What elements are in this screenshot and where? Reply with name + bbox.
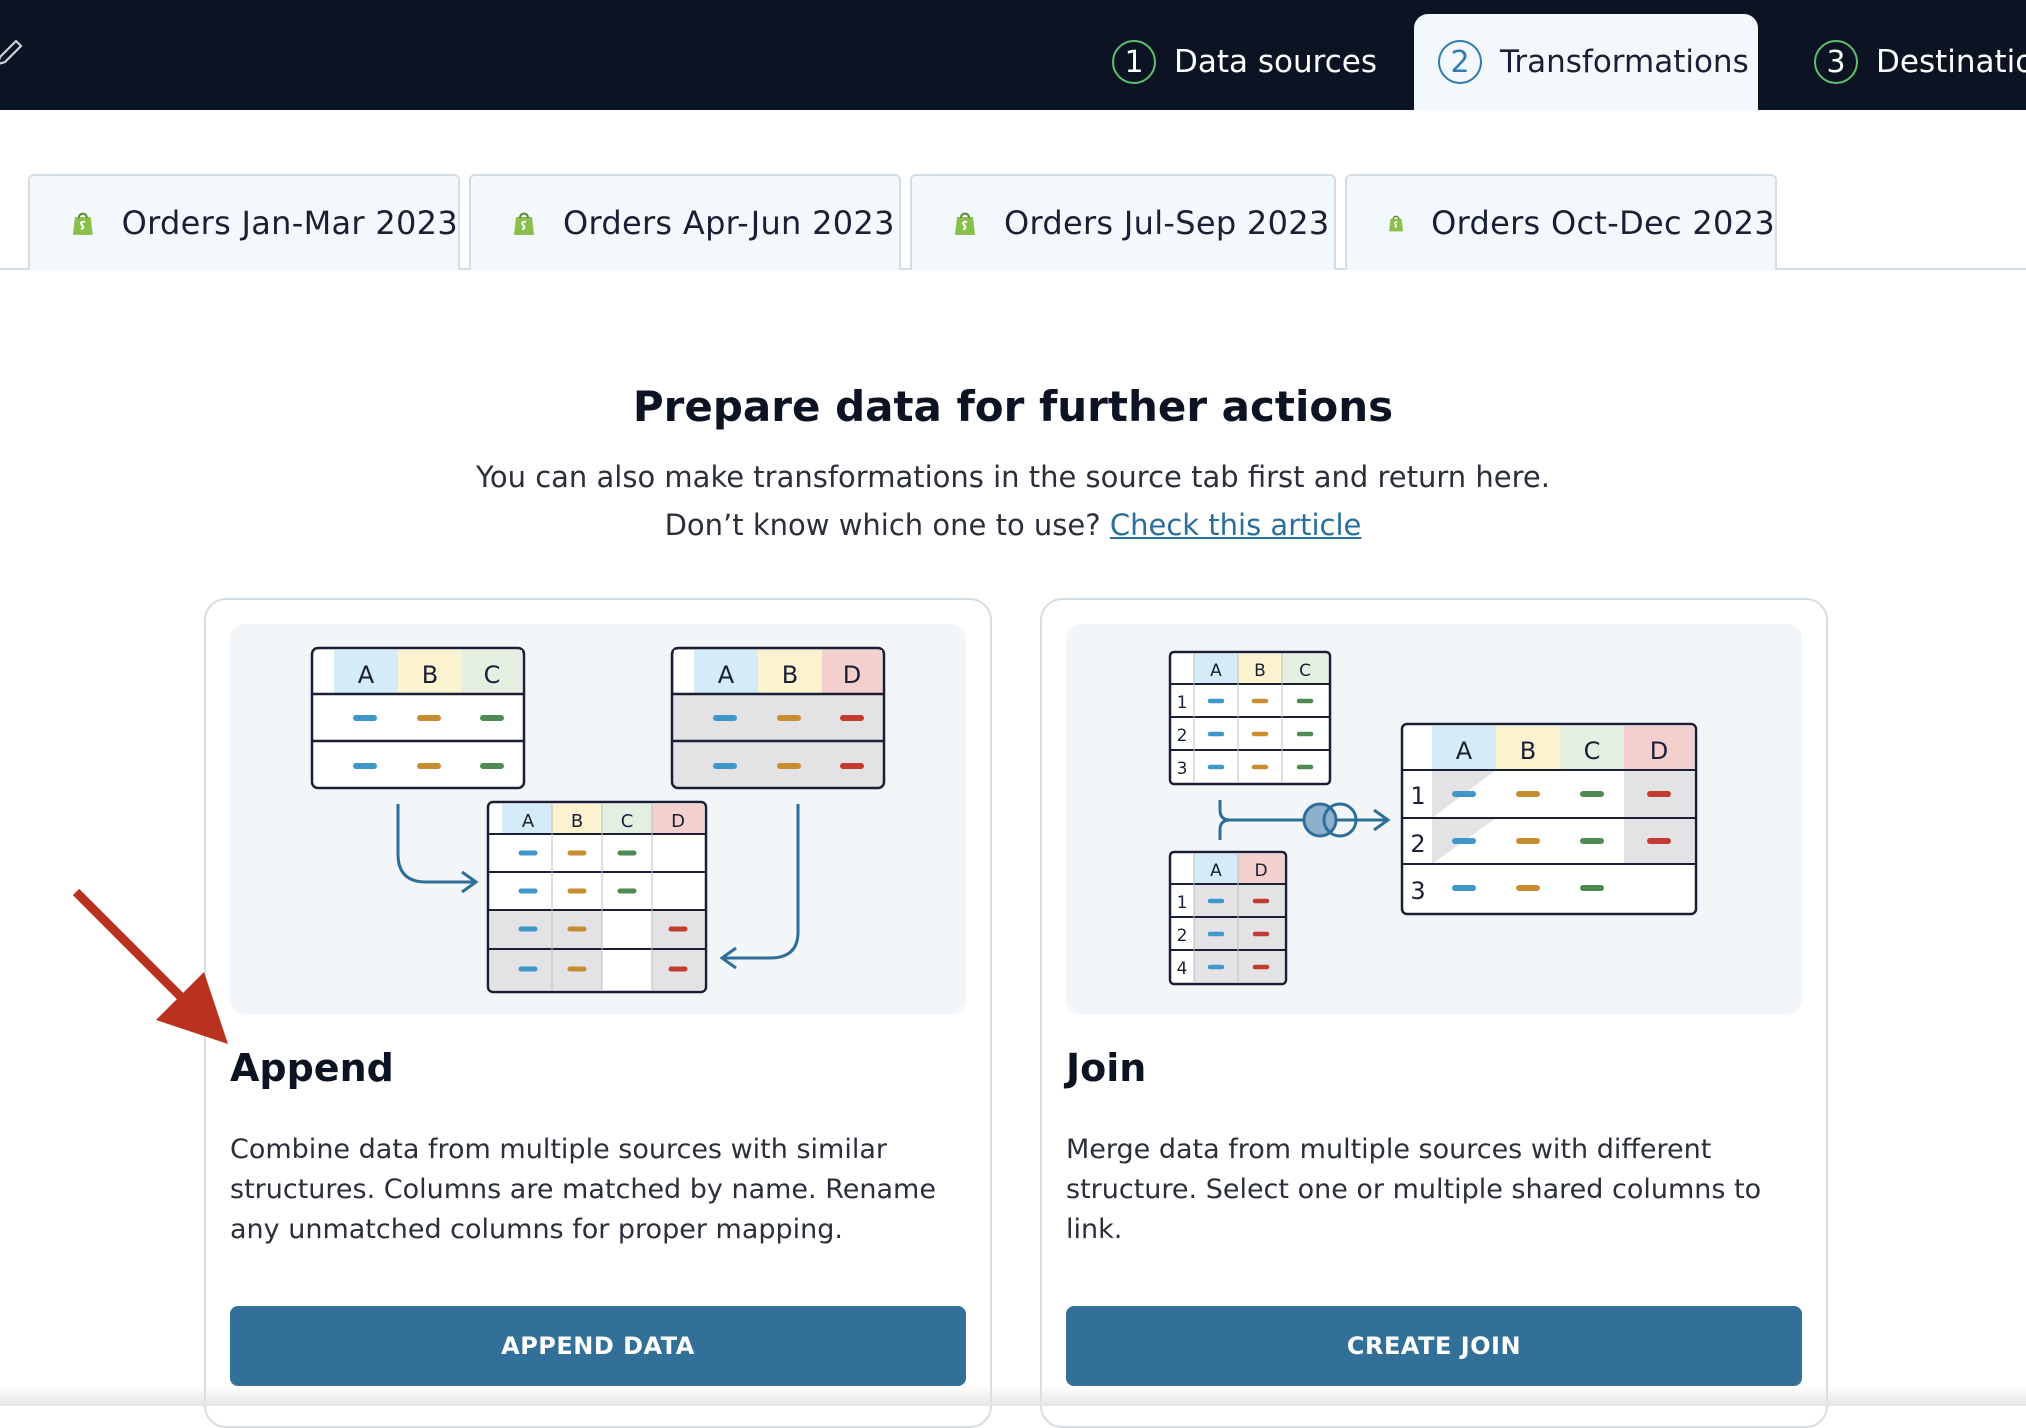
col-d-label: D <box>843 661 861 689</box>
step-number: 2 <box>1438 40 1482 84</box>
col-c-label: C <box>1299 661 1311 681</box>
col-b-label: B <box>1520 737 1536 765</box>
source-tab-label: Orders Oct-Dec 2023 <box>1431 204 1775 242</box>
append-illustration: A B C A B D A B C D <box>230 624 966 1014</box>
help-prefix: Don’t know which one to use? <box>664 508 1110 542</box>
bottom-edge <box>0 1386 2026 1406</box>
step-label: Transformations <box>1500 44 1749 80</box>
col-a-label: A <box>1210 661 1222 681</box>
source-tab-orders-apr-jun[interactable]: Orders Apr-Jun 2023 <box>469 174 901 270</box>
create-join-button[interactable]: CREATE JOIN <box>1066 1306 1802 1386</box>
pencil-icon[interactable] <box>0 38 24 68</box>
shopify-icon <box>72 212 93 235</box>
step-label: Destinatio <box>1876 44 2026 80</box>
source-tab-label: Orders Jul-Sep 2023 <box>1004 204 1330 242</box>
join-source-table-1: A B C 1 2 3 <box>1168 650 1332 786</box>
source-tab-orders-jul-sep[interactable]: Orders Jul-Sep 2023 <box>910 174 1336 270</box>
row-2-label: 2 <box>1177 926 1188 946</box>
help-text: Don’t know which one to use? Check this … <box>0 508 2026 542</box>
row-2-label: 2 <box>1177 726 1188 746</box>
col-a-label: A <box>1210 861 1222 881</box>
col-c-label: C <box>1584 737 1601 765</box>
col-c-label: C <box>621 811 634 832</box>
page-subtitle: You can also make transformations in the… <box>476 460 1550 494</box>
col-a-label: A <box>718 661 735 689</box>
step-number: 1 <box>1112 40 1156 84</box>
shopify-icon <box>955 212 975 235</box>
col-b-label: B <box>782 661 798 689</box>
row-3-label: 3 <box>1410 877 1425 905</box>
source-tab-orders-oct-dec[interactable]: Orders Oct-Dec 2023 <box>1345 174 1777 270</box>
join-description: Merge data from multiple sources with di… <box>1066 1134 1762 1245</box>
step-label: Data sources <box>1174 44 1377 80</box>
col-b-label: B <box>422 661 438 689</box>
col-b-label: B <box>1254 661 1266 681</box>
append-data-button[interactable]: APPEND DATA <box>230 1306 966 1386</box>
col-b-label: B <box>571 811 583 832</box>
shopify-icon <box>514 212 534 235</box>
append-description: Combine data from multiple sources with … <box>230 1134 936 1245</box>
source-table-abc: A B C <box>310 646 526 790</box>
join-title: Join <box>1066 1046 1147 1090</box>
join-result-table: A B C D 1 2 3 <box>1400 722 1698 916</box>
result-table: A B C D <box>486 800 708 994</box>
page-title: Prepare data for further actions <box>632 382 1394 431</box>
row-1-label: 1 <box>1177 693 1188 713</box>
step-transformations[interactable]: 2 Transformations <box>1414 14 1758 110</box>
col-a-label: A <box>358 661 375 689</box>
stepper-bar: 1 Data sources 2 Transformations 3 Desti… <box>0 0 2026 110</box>
join-connector <box>1218 800 1391 840</box>
row-3-label: 3 <box>1177 759 1188 779</box>
source-tab-label: Orders Jan-Mar 2023 <box>121 204 458 242</box>
join-card: A B C 1 2 3 A D 1 2 4 A B C D 1 2 3 Join… <box>1040 598 1828 1428</box>
row-1-label: 1 <box>1410 782 1425 810</box>
check-article-link[interactable]: Check this article <box>1110 508 1362 542</box>
step-data-sources[interactable]: 1 Data sources <box>1112 14 1377 110</box>
step-number: 3 <box>1814 40 1858 84</box>
append-card: A B C A B D A B C D Append Combine data … <box>204 598 992 1428</box>
shopify-icon <box>1389 215 1404 232</box>
col-d-label: D <box>1254 861 1267 881</box>
join-source-table-2: A D 1 2 4 <box>1168 850 1288 986</box>
row-4-label: 4 <box>1177 959 1188 979</box>
col-a-label: A <box>522 811 535 832</box>
source-tab-orders-jan-mar[interactable]: Orders Jan-Mar 2023 <box>28 174 460 270</box>
append-title: Append <box>230 1046 394 1090</box>
row-2-label: 2 <box>1410 830 1425 858</box>
col-d-label: D <box>1650 737 1668 765</box>
col-c-label: C <box>484 661 501 689</box>
row-1-label: 1 <box>1177 893 1188 913</box>
col-a-label: A <box>1456 737 1473 765</box>
col-d-label: D <box>671 811 685 832</box>
step-destination[interactable]: 3 Destinatio <box>1814 14 2026 110</box>
annotation-arrow-icon <box>72 888 228 1044</box>
source-tab-label: Orders Apr-Jun 2023 <box>563 204 895 242</box>
join-illustration: A B C 1 2 3 A D 1 2 4 A B C D 1 2 3 <box>1066 624 1802 1014</box>
source-table-abd: A B D <box>670 646 886 790</box>
